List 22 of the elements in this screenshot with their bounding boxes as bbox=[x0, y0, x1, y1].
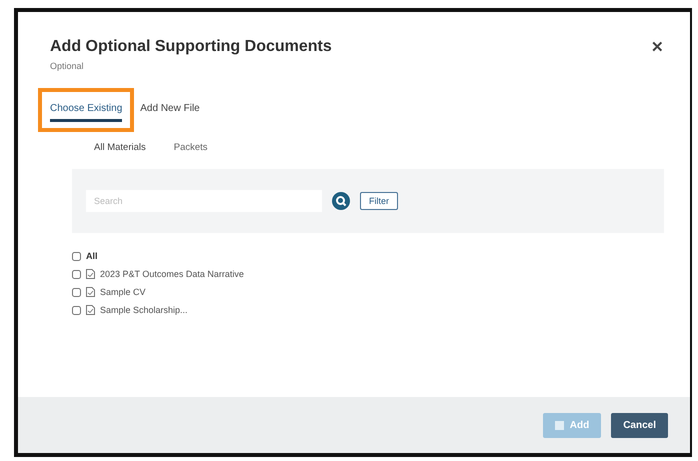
item-label: Sample Scholarship... bbox=[100, 305, 188, 315]
document-icon bbox=[86, 287, 95, 297]
cancel-button[interactable]: Cancel bbox=[611, 412, 668, 438]
subtab[interactable]: All Materials bbox=[94, 138, 146, 159]
tab[interactable]: Choose Existing bbox=[50, 103, 122, 122]
document-icon bbox=[86, 305, 95, 315]
item-label: Sample CV bbox=[100, 287, 146, 297]
subtab[interactable]: Packets bbox=[174, 138, 208, 159]
search-field[interactable]: Search bbox=[86, 190, 322, 212]
close-button[interactable]: ✕ bbox=[651, 38, 664, 56]
filter-button[interactable]: Filter bbox=[360, 192, 398, 210]
tab[interactable]: Add New File bbox=[140, 103, 200, 122]
checkbox[interactable] bbox=[72, 252, 81, 260]
item-label: 2023 P&T Outcomes Data Narrative bbox=[100, 269, 244, 279]
checkbox[interactable] bbox=[72, 270, 81, 278]
search-icon[interactable] bbox=[332, 192, 350, 210]
dialog-title: Add Optional Supporting Documents bbox=[50, 38, 332, 56]
dialog-subtitle: Optional bbox=[50, 61, 84, 71]
checkbox[interactable] bbox=[72, 288, 81, 296]
document-icon bbox=[86, 269, 95, 279]
item-label: All bbox=[86, 251, 98, 261]
checkbox[interactable] bbox=[72, 306, 81, 314]
